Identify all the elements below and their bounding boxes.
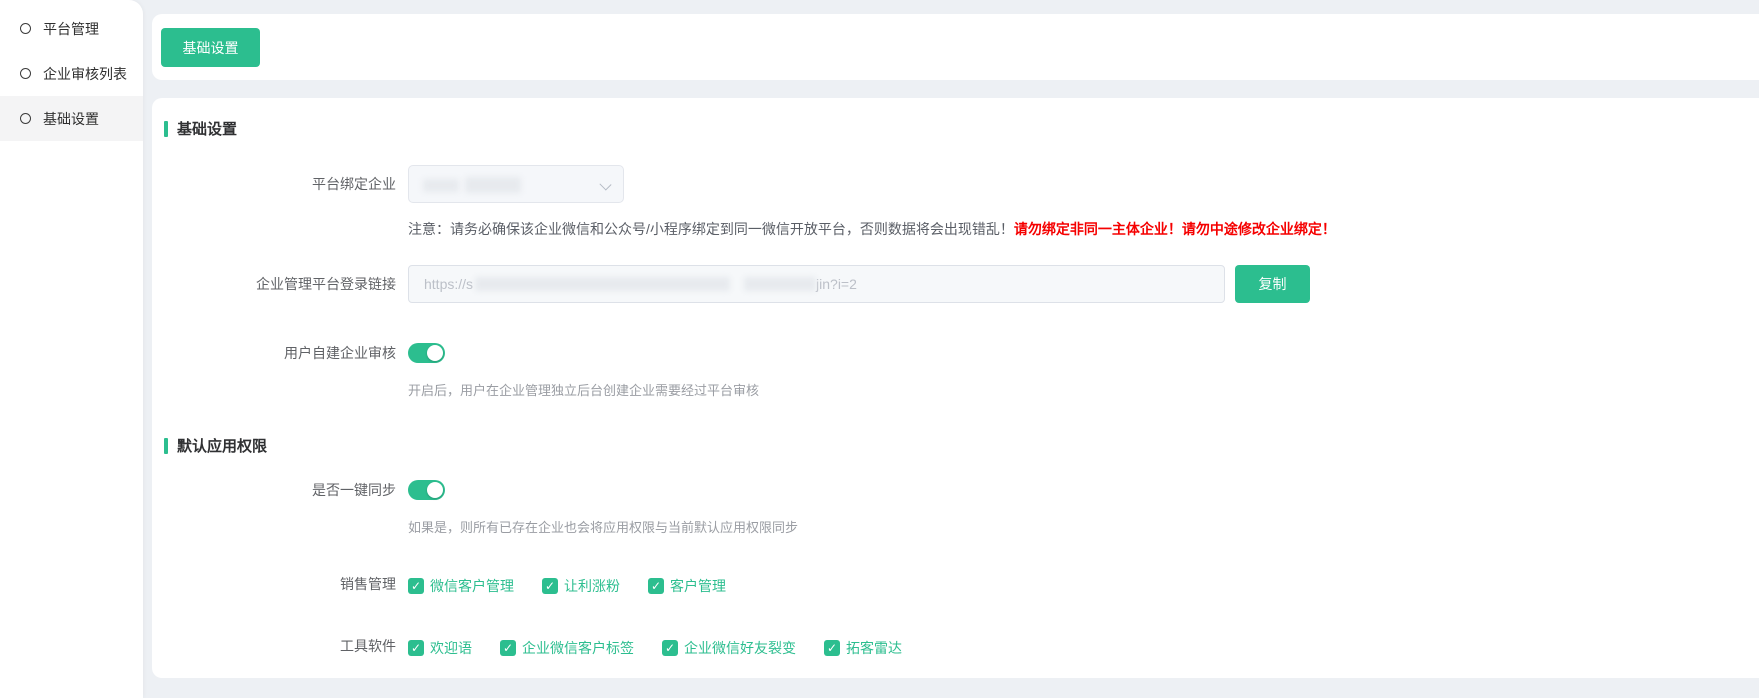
sync-label: 是否一键同步 — [152, 480, 396, 500]
bind-enterprise-label: 平台绑定企业 — [152, 165, 396, 203]
sync-help: 如果是，则所有已存在企业也会将应用权限与当前默认应用权限同步 — [408, 517, 1759, 536]
tools-permissions-row: 工具软件 欢迎语 企业微信客户标签 企业微信好友裂变 拓客雷达 — [152, 638, 1759, 658]
redacted-text-blur — [465, 177, 521, 193]
sales-permissions-row: 销售管理 微信客户管理 让利涨粉 客户管理 — [152, 576, 1759, 596]
circle-icon — [20, 68, 31, 79]
checkbox-label: 企业微信客户标签 — [522, 638, 634, 658]
note-text: 注意：请务必确保该企业微信和公众号/小程序绑定到同一微信开放平台，否则数据将会出… — [408, 221, 1014, 237]
section-header-default-permissions: 默认应用权限 — [164, 435, 1759, 456]
redacted-url-blur — [475, 277, 730, 291]
sync-toggle[interactable] — [408, 480, 445, 500]
checkbox-checked-icon — [824, 640, 840, 656]
section-title: 默认应用权限 — [177, 435, 267, 456]
bind-enterprise-select[interactable] — [408, 165, 624, 203]
sidebar: 平台管理 企业审核列表 基础设置 — [0, 0, 143, 698]
section-header-basic-settings: 基础设置 — [164, 118, 1759, 139]
checkbox-wecom-friend-fission[interactable]: 企业微信好友裂变 — [662, 638, 796, 658]
circle-icon — [20, 23, 31, 34]
bind-enterprise-row: 平台绑定企业 — [152, 165, 1759, 203]
settings-form-card: 基础设置 平台绑定企业 注意：请务必确保该企业微信和公众号/小程序绑定到同一微信… — [152, 98, 1759, 678]
url-suffix: jin?i=2 — [816, 276, 857, 292]
tools-label: 工具软件 — [152, 638, 396, 654]
section-title: 基础设置 — [177, 118, 237, 139]
url-prefix: https://s — [424, 276, 473, 292]
sidebar-item-label: 平台管理 — [43, 19, 99, 39]
checkbox-wechat-customer-management[interactable]: 微信客户管理 — [408, 576, 514, 596]
checkbox-checked-icon — [662, 640, 678, 656]
section-bar-icon — [164, 121, 168, 137]
tabs-card: 基础设置 — [152, 14, 1759, 80]
main-content: 基础设置 基础设置 平台绑定企业 注意：请务必确保该企业微信和公众号/小程序绑定… — [152, 0, 1759, 678]
note-warning-text: 请勿绑定非同一主体企业！请勿中途修改企业绑定！ — [1014, 221, 1336, 237]
self-review-row: 用户自建企业审核 — [152, 343, 1759, 368]
toggle-knob — [427, 345, 443, 361]
checkbox-label: 拓客雷达 — [846, 638, 902, 658]
checkbox-customer-management[interactable]: 客户管理 — [648, 576, 726, 596]
checkbox-checked-icon — [542, 578, 558, 594]
chevron-down-icon — [599, 178, 611, 190]
sidebar-item-enterprise-review-list[interactable]: 企业审核列表 — [0, 51, 143, 96]
checkbox-checked-icon — [500, 640, 516, 656]
login-link-row: 企业管理平台登录链接 https://s jin?i=2 复制 — [152, 265, 1759, 303]
checkbox-label: 微信客户管理 — [430, 576, 514, 596]
redacted-url-blur — [744, 277, 816, 291]
checkbox-welcome-message[interactable]: 欢迎语 — [408, 638, 472, 658]
login-link-input[interactable]: https://s jin?i=2 — [408, 265, 1225, 303]
toggle-knob — [427, 482, 443, 498]
section-bar-icon — [164, 438, 168, 454]
checkbox-label: 企业微信好友裂变 — [684, 638, 796, 658]
sidebar-item-label: 企业审核列表 — [43, 64, 127, 84]
sidebar-item-label: 基础设置 — [43, 109, 99, 129]
self-review-label: 用户自建企业审核 — [152, 343, 396, 363]
checkbox-wecom-customer-tags[interactable]: 企业微信客户标签 — [500, 638, 634, 658]
sales-label: 销售管理 — [152, 576, 396, 592]
checkbox-label: 让利涨粉 — [564, 576, 620, 596]
checkbox-checked-icon — [408, 578, 424, 594]
login-link-label: 企业管理平台登录链接 — [152, 265, 396, 303]
self-review-toggle[interactable] — [408, 343, 445, 363]
tab-basic-settings[interactable]: 基础设置 — [161, 28, 260, 67]
checkbox-customer-radar[interactable]: 拓客雷达 — [824, 638, 902, 658]
checkbox-checked-icon — [408, 640, 424, 656]
circle-icon — [20, 113, 31, 124]
checkbox-label: 欢迎语 — [430, 638, 472, 658]
sidebar-item-platform-management[interactable]: 平台管理 — [0, 6, 143, 51]
checkbox-profit-fans[interactable]: 让利涨粉 — [542, 576, 620, 596]
redacted-text-blur — [423, 179, 459, 192]
sync-row: 是否一键同步 — [152, 480, 1759, 505]
checkbox-label: 客户管理 — [670, 576, 726, 596]
bind-enterprise-note: 注意：请务必确保该企业微信和公众号/小程序绑定到同一微信开放平台，否则数据将会出… — [408, 219, 1759, 239]
checkbox-checked-icon — [648, 578, 664, 594]
sidebar-item-basic-settings[interactable]: 基础设置 — [0, 96, 143, 141]
self-review-help: 开启后，用户在企业管理独立后台创建企业需要经过平台审核 — [408, 380, 1759, 399]
copy-button[interactable]: 复制 — [1235, 265, 1310, 303]
